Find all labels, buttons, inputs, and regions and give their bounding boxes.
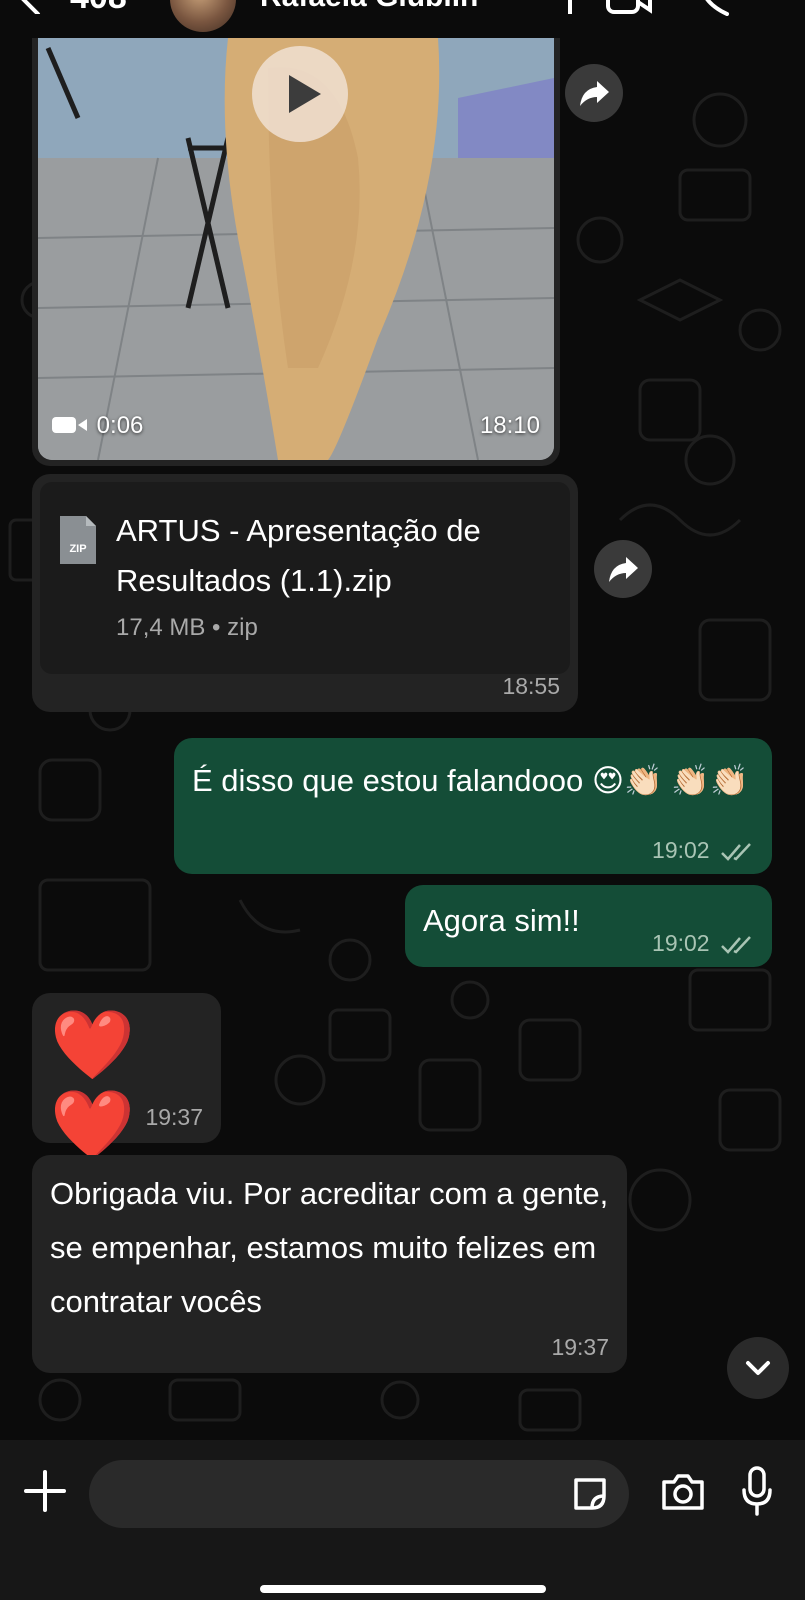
forward-button[interactable] (565, 64, 623, 122)
forward-icon (580, 81, 609, 106)
chevron-down-icon (746, 1361, 770, 1375)
forward-icon (609, 557, 638, 582)
sticker-icon[interactable] (570, 1474, 610, 1514)
video-time: 18:10 (479, 412, 540, 439)
outgoing-message[interactable]: Agora sim!! 19:02 (405, 885, 772, 967)
video-duration: 0:06 (52, 412, 143, 440)
message-time: 19:02 (652, 837, 754, 864)
file-message[interactable]: ZIP ARTUS - Apresentação de Resultados (… (32, 474, 578, 712)
play-icon[interactable] (252, 46, 348, 142)
message-composer (0, 1440, 805, 1600)
avatar[interactable] (170, 0, 236, 32)
file-card[interactable]: ZIP ARTUS - Apresentação de Resultados (… (40, 482, 570, 674)
double-check-icon (721, 936, 751, 954)
incoming-message[interactable]: ❤️ ❤️ 19:37 (32, 993, 221, 1163)
svg-text:ZIP: ZIP (69, 543, 86, 555)
message-time: 19:02 (652, 930, 754, 957)
chat-header: 408 Rafaela Glublin (0, 0, 805, 38)
file-size: 17,4 MB • zip (116, 614, 258, 641)
video-camera-icon (52, 417, 87, 433)
outgoing-message[interactable]: É disso que estou falandooo 😍👏🏻 👏🏻👏🏻 19:… (174, 738, 772, 874)
home-indicator (260, 1585, 546, 1593)
message-time-text: 19:02 (652, 930, 710, 956)
back-chevron-icon[interactable] (18, 0, 48, 14)
message-input[interactable] (89, 1460, 629, 1528)
message-time-text: 19:02 (652, 837, 710, 863)
emoji-message: ❤️ ❤️ (50, 1007, 141, 1163)
incoming-message[interactable]: Obrigada viu. Por acreditar com a gente,… (32, 1155, 627, 1373)
video-thumbnail[interactable]: 0:06 18:10 (38, 38, 554, 460)
message-time: 19:37 (145, 1104, 203, 1130)
forward-button[interactable] (594, 540, 652, 598)
plus-icon[interactable] (24, 1470, 66, 1512)
message-time: 19:37 (551, 1334, 609, 1360)
video-duration-text: 0:06 (96, 412, 144, 439)
video-message[interactable]: 0:06 18:10 (32, 38, 560, 466)
video-call-icon[interactable] (606, 0, 652, 16)
phone-icon[interactable] (695, 0, 735, 16)
edit-icon[interactable] (528, 0, 574, 16)
message-text: Agora sim!! (423, 903, 580, 938)
message-text: É disso que estou falandooo 😍👏🏻 👏🏻👏🏻 (192, 763, 749, 798)
unread-count[interactable]: 408 (70, 0, 127, 17)
microphone-icon[interactable] (740, 1466, 774, 1518)
contact-name[interactable]: Rafaela Glublin (260, 0, 478, 14)
message-time: 18:55 (502, 673, 560, 699)
zip-file-icon: ZIP (60, 516, 96, 564)
message-text: Obrigada viu. Por acreditar com a gente,… (50, 1176, 609, 1319)
camera-icon[interactable] (660, 1472, 706, 1512)
scroll-down-button[interactable] (727, 1337, 789, 1399)
file-name: ARTUS - Apresentação de Resultados (1.1)… (116, 513, 481, 598)
double-check-icon (721, 843, 751, 861)
